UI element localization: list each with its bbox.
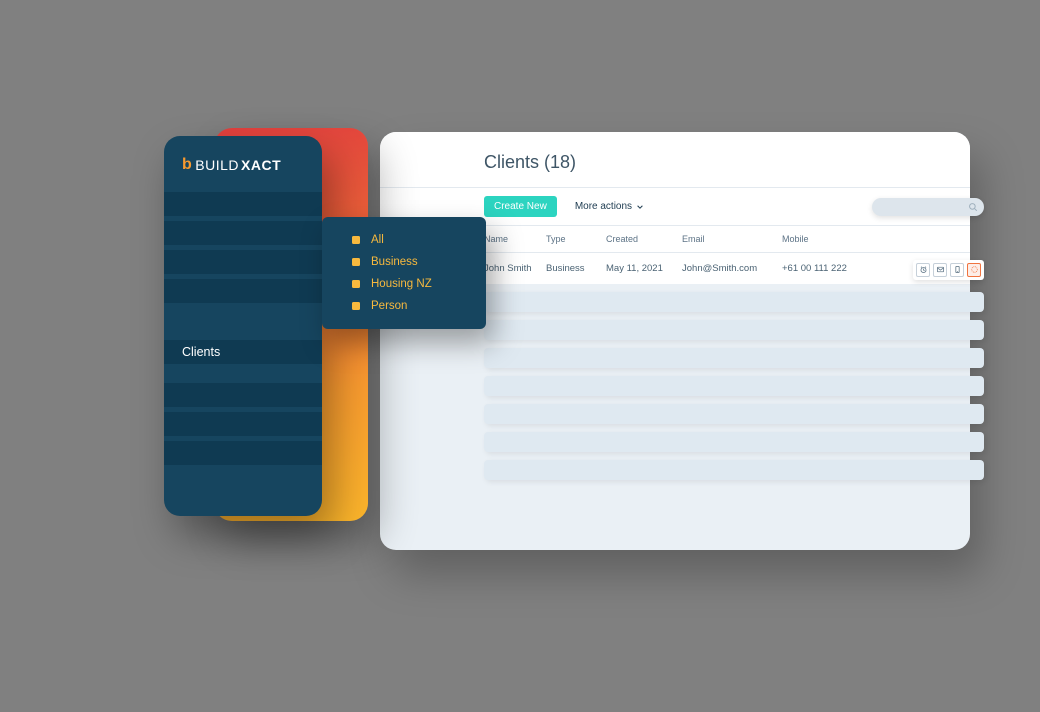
submenu-item-all[interactable]: All bbox=[322, 229, 486, 251]
clients-submenu: All Business Housing NZ Person bbox=[322, 217, 486, 329]
nav-item-label: Clients bbox=[182, 345, 220, 359]
placeholder-row bbox=[484, 348, 984, 368]
submenu-item-business[interactable]: Business bbox=[322, 251, 486, 273]
search-icon bbox=[968, 202, 978, 212]
nav-item[interactable] bbox=[164, 279, 322, 303]
brand-logo[interactable]: b BUILDXACT bbox=[164, 136, 322, 192]
submenu-label: Person bbox=[371, 300, 407, 312]
more-actions-label: More actions bbox=[575, 201, 632, 212]
sidebar: b BUILDXACT Clients bbox=[164, 136, 322, 516]
bullet-icon bbox=[352, 258, 360, 266]
col-name[interactable]: Name bbox=[484, 234, 546, 244]
placeholder-row bbox=[484, 320, 984, 340]
col-email[interactable]: Email bbox=[682, 234, 782, 244]
col-created[interactable]: Created bbox=[606, 234, 682, 244]
delete-icon[interactable] bbox=[967, 263, 981, 277]
page-title: Clients (18) bbox=[380, 132, 970, 188]
nav-item-clients[interactable]: Clients bbox=[164, 340, 322, 364]
cell-type: Business bbox=[546, 263, 606, 274]
nav: Clients bbox=[164, 192, 322, 465]
mobile-icon[interactable] bbox=[950, 263, 964, 277]
chevron-down-icon bbox=[636, 203, 644, 211]
nav-item[interactable] bbox=[164, 412, 322, 436]
cell-email: John@Smith.com bbox=[682, 263, 782, 274]
cell-name: John Smith bbox=[484, 263, 546, 274]
submenu-label: All bbox=[371, 234, 384, 246]
more-actions-dropdown[interactable]: More actions bbox=[575, 201, 644, 212]
cell-created: May 11, 2021 bbox=[606, 263, 682, 274]
submenu-item-housing-nz[interactable]: Housing NZ bbox=[322, 273, 486, 295]
bullet-icon bbox=[352, 236, 360, 244]
mail-icon[interactable] bbox=[933, 263, 947, 277]
submenu-label: Housing NZ bbox=[371, 278, 432, 290]
row-actions bbox=[913, 260, 984, 280]
create-new-button[interactable]: Create New bbox=[484, 196, 557, 217]
placeholder-row bbox=[484, 292, 984, 312]
logo-text-xact: XACT bbox=[241, 157, 281, 173]
placeholder-row bbox=[484, 460, 984, 480]
col-mobile[interactable]: Mobile bbox=[782, 234, 970, 244]
nav-item[interactable] bbox=[164, 250, 322, 274]
logo-text-build: BUILD bbox=[195, 157, 239, 173]
reminder-icon[interactable] bbox=[916, 263, 930, 277]
placeholder-row bbox=[484, 404, 984, 424]
placeholder-row bbox=[484, 432, 984, 452]
submenu-item-person[interactable]: Person bbox=[322, 295, 486, 317]
nav-item[interactable] bbox=[164, 383, 322, 407]
submenu-label: Business bbox=[371, 256, 418, 268]
nav-item[interactable] bbox=[164, 192, 322, 216]
search-input[interactable] bbox=[872, 198, 984, 216]
logo-icon: b bbox=[182, 156, 192, 174]
clients-panel: Clients (18) Create New More actions Nam… bbox=[380, 132, 970, 550]
nav-item[interactable] bbox=[164, 441, 322, 465]
col-type[interactable]: Type bbox=[546, 234, 606, 244]
placeholder-row bbox=[484, 376, 984, 396]
bullet-icon bbox=[352, 302, 360, 310]
bullet-icon bbox=[352, 280, 360, 288]
nav-item[interactable] bbox=[164, 221, 322, 245]
